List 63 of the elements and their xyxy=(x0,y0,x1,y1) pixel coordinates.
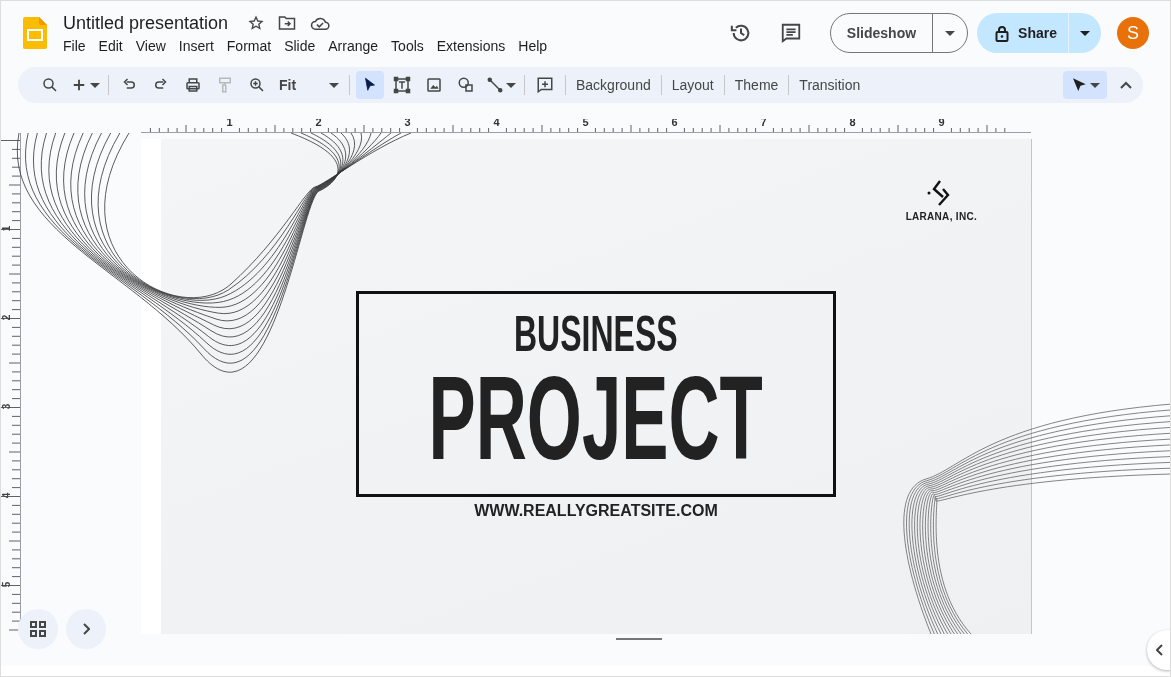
caret-icon xyxy=(945,30,956,36)
slide-subtitle: BUSINESS xyxy=(514,309,678,359)
menu-item[interactable]: Edit xyxy=(91,37,129,54)
cloud-check-icon[interactable] xyxy=(310,16,331,30)
website-text: WWW.REALLYGREATSITE.COM xyxy=(474,502,718,520)
add-comment-icon xyxy=(536,76,554,94)
toolbar-text-button[interactable]: Theme xyxy=(728,77,785,93)
menu-item[interactable]: File xyxy=(56,37,92,54)
menu-item[interactable]: Insert xyxy=(171,37,220,54)
image-icon xyxy=(425,76,443,94)
chevron-left-icon xyxy=(1156,644,1164,656)
star-icon[interactable] xyxy=(248,15,265,31)
pointer-mode-button[interactable] xyxy=(1063,71,1107,99)
caret-icon xyxy=(1080,30,1090,36)
paint-roller-icon xyxy=(216,76,234,94)
grid-icon xyxy=(30,621,46,637)
ruler-number: 1 xyxy=(225,119,234,128)
ruler-number: 9 xyxy=(937,119,946,128)
grid-view-button[interactable] xyxy=(18,609,58,649)
shapes-icon xyxy=(457,76,475,94)
ruler-number: 5 xyxy=(1,580,13,590)
ruler-number: 2 xyxy=(314,119,323,128)
ruler-number: 6 xyxy=(670,119,679,128)
menu-item[interactable]: Tools xyxy=(384,37,430,54)
menu-item[interactable]: Slide xyxy=(277,37,322,54)
ruler-number: 4 xyxy=(1,491,13,501)
caret-icon xyxy=(329,82,339,88)
toolbar-text-button[interactable]: Transition xyxy=(793,77,867,93)
search-icon xyxy=(41,76,59,94)
ruler-number: 5 xyxy=(581,119,590,128)
ruler-number: 4 xyxy=(492,119,501,128)
chevron-right-icon xyxy=(82,623,90,635)
printer-icon xyxy=(184,76,202,94)
lock-icon xyxy=(995,24,1010,42)
text-box-icon xyxy=(393,76,411,94)
caret-icon xyxy=(90,82,100,88)
ruler-number: 1 xyxy=(1,224,13,234)
select-tool-button[interactable] xyxy=(356,71,384,99)
comment-icon[interactable] xyxy=(779,22,802,44)
history-icon[interactable] xyxy=(729,22,752,44)
company-name: LARANA, INC. xyxy=(905,211,977,222)
zoom-in-icon xyxy=(248,76,266,94)
caret-icon xyxy=(506,82,516,88)
collapse-icon[interactable] xyxy=(1119,80,1133,90)
move-folder-icon[interactable] xyxy=(278,15,297,31)
resize-handle[interactable] xyxy=(616,638,662,640)
caret-icon xyxy=(1090,82,1100,88)
zoom-dropdown[interactable]: Fit xyxy=(273,71,345,99)
menu-item[interactable]: Arrange xyxy=(321,37,385,54)
menu-item[interactable]: Format xyxy=(219,37,278,54)
menu-item[interactable]: View xyxy=(128,37,172,54)
slide-title: PROJECT xyxy=(428,359,764,477)
line-icon xyxy=(486,76,504,94)
ruler-number: 7 xyxy=(759,119,768,128)
toolbar-text-button[interactable]: Background xyxy=(570,77,657,93)
document-title[interactable]: Untitled presentation xyxy=(63,12,229,34)
toolbar-text-button[interactable]: Layout xyxy=(665,77,720,93)
ruler-number: 2 xyxy=(1,313,13,323)
menu-item[interactable]: Help xyxy=(511,37,554,54)
menu-item[interactable]: Extensions xyxy=(429,37,512,54)
ruler-number: 3 xyxy=(403,119,412,128)
ruler-number: 3 xyxy=(1,402,13,412)
ruler-number: 8 xyxy=(848,119,857,128)
